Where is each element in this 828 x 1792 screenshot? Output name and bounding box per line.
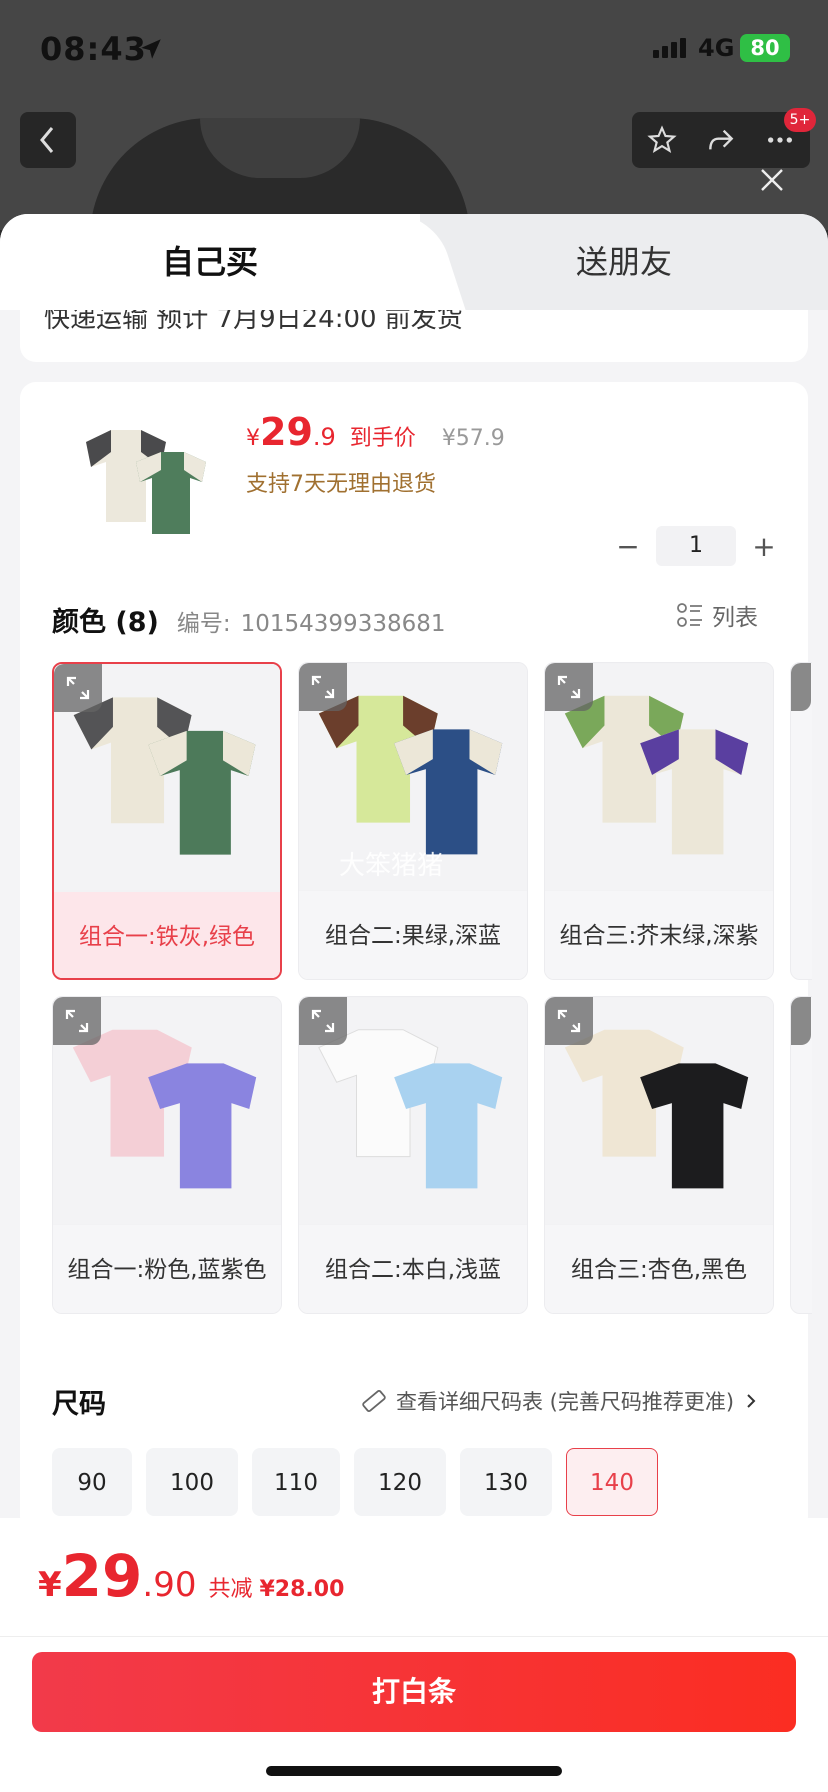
color-option-label-area: 组合一:粉色,蓝紫色	[53, 1225, 281, 1313]
color-option-6[interactable]: 组合三:杏色,黑色	[544, 996, 774, 1314]
size-options: 90 100 110 120 130 140	[52, 1448, 658, 1516]
purchase-tabs: 送朋友 自己买	[0, 214, 828, 310]
savings-text: 共减 ¥28.00	[208, 1571, 344, 1603]
notification-badge: 5+	[784, 108, 816, 132]
expand-icon[interactable]	[545, 997, 593, 1045]
color-option-label: 组合三:杏色,黑色	[570, 1257, 748, 1283]
total-price: ¥ 29 .90 共减 ¥28.00	[38, 1542, 344, 1610]
back-button[interactable]	[20, 112, 76, 168]
image-watermark: 大笨猪猪	[339, 851, 444, 881]
size-option-100[interactable]: 100	[146, 1448, 238, 1516]
color-option-label: 组合三:芥末绿,深紫	[559, 923, 759, 949]
close-icon[interactable]	[758, 166, 786, 194]
color-option-partial[interactable]	[790, 662, 812, 980]
savings-prefix: 共减	[208, 1577, 253, 1602]
color-option-label: 组合二:本白,浅蓝	[324, 1257, 502, 1283]
product-thumbnail	[86, 430, 206, 534]
expand-icon[interactable]	[53, 997, 101, 1045]
expand-icon[interactable]	[545, 663, 593, 711]
price-integer: 29	[260, 410, 313, 454]
ruler-icon	[362, 1390, 386, 1412]
sku-value: 10154399338681	[240, 611, 446, 637]
color-option-1[interactable]: 组合一:铁灰,绿色	[52, 662, 282, 980]
size-option-130[interactable]: 130	[460, 1448, 552, 1516]
color-option-partial[interactable]	[790, 996, 812, 1314]
battery-icon: 80	[740, 34, 790, 62]
share-icon[interactable]	[705, 124, 737, 156]
color-option-label-area: 组合三:芥末绿,深紫	[545, 891, 773, 979]
price-label: 到手价	[349, 426, 416, 451]
color-header: 颜色 (8) 编号: 10154399338681	[52, 600, 446, 639]
price-row: ¥ 29 .9 到手价 ¥57.9	[246, 410, 505, 454]
network-label: 4G	[698, 34, 735, 62]
sku-card: ¥ 29 .9 到手价 ¥57.9 支持7天无理由退货 − 1 + 颜色 (8)…	[20, 382, 812, 1532]
color-option-label: 组合一:粉色,蓝紫色	[67, 1257, 267, 1283]
color-option-label-area: 组合三:杏色,黑色	[545, 1225, 773, 1313]
color-options-grid: 组合一:铁灰,绿色 大笨猪猪 组合二:果绿,深蓝 组合三:芥末绿,深紫 组合一:…	[52, 662, 812, 1322]
chevron-right-icon	[747, 1394, 756, 1408]
checkout-footer: ¥ 29 .90 共减 ¥28.00 打白条	[0, 1518, 828, 1792]
quantity-stepper: − 1 +	[608, 526, 784, 566]
list-label: 列表	[712, 605, 758, 631]
total-price-decimal: .90	[142, 1565, 197, 1605]
original-price: ¥57.9	[441, 426, 505, 451]
purchase-sheet: 送朋友 自己买 快递运输 预计 7月9日24:00 前发货 ¥ 29 .9 到手…	[0, 214, 828, 1792]
chevron-left-icon	[40, 127, 54, 153]
location-arrow-icon	[141, 39, 161, 59]
color-option-label: 组合二:果绿,深蓝	[324, 923, 502, 949]
size-option-110[interactable]: 110	[252, 1448, 340, 1516]
shipping-note: 快递运输 预计 7月9日24:00 前发货	[44, 310, 463, 334]
tab-buy-self[interactable]: 自己买	[0, 214, 420, 310]
shipping-card: 快递运输 预计 7月9日24:00 前发货	[20, 310, 808, 362]
star-icon[interactable]	[646, 124, 678, 156]
color-option-3[interactable]: 组合三:芥末绿,深紫	[544, 662, 774, 980]
decrement-button[interactable]: −	[608, 530, 648, 563]
size-option-140[interactable]: 140	[566, 1448, 658, 1516]
increment-button[interactable]: +	[744, 530, 784, 563]
quantity-value[interactable]: 1	[656, 526, 736, 566]
size-chart-link[interactable]: 查看详细尺码表 (完善尺码推荐更准)	[360, 1386, 760, 1416]
expand-icon[interactable]	[299, 663, 347, 711]
signal-icon	[653, 38, 686, 58]
savings-amount: ¥28.00	[259, 1577, 345, 1602]
return-policy-note: 支持7天无理由退货	[246, 472, 436, 497]
size-chart-label: 查看详细尺码表 (完善尺码推荐更准)	[396, 1390, 735, 1414]
size-title: 尺码	[52, 1389, 106, 1420]
list-view-toggle[interactable]: 列表	[676, 598, 758, 632]
expand-icon	[791, 997, 811, 1045]
color-option-label-area: 组合一:铁灰,绿色	[54, 892, 280, 978]
list-icon	[677, 603, 702, 627]
home-indicator	[266, 1766, 562, 1776]
color-option-4[interactable]: 组合一:粉色,蓝紫色	[52, 996, 282, 1314]
color-option-2[interactable]: 大笨猪猪 组合二:果绿,深蓝	[298, 662, 528, 980]
tab-buy-self-label: 自己买	[161, 243, 258, 281]
expand-icon	[791, 663, 811, 711]
total-price-integer: 29	[61, 1542, 143, 1610]
status-time: 08:43	[40, 30, 147, 68]
divider	[0, 1636, 828, 1637]
baitiao-pay-button[interactable]: 打白条	[32, 1652, 796, 1732]
size-option-120[interactable]: 120	[354, 1448, 446, 1516]
tab-gift-friend[interactable]: 送朋友	[420, 214, 828, 310]
price-symbol: ¥	[246, 426, 260, 451]
price-decimal: .9	[312, 423, 336, 451]
color-option-label-area: 组合二:本白,浅蓝	[299, 1225, 527, 1313]
color-title: 颜色 (8)	[52, 607, 159, 638]
expand-icon[interactable]	[299, 997, 347, 1045]
color-option-5[interactable]: 组合二:本白,浅蓝	[298, 996, 528, 1314]
sku-label: 编号:	[176, 611, 231, 637]
total-price-symbol: ¥	[38, 1565, 62, 1605]
expand-icon[interactable]	[54, 664, 102, 712]
color-option-label-area: 组合二:果绿,深蓝	[299, 891, 527, 979]
color-option-label: 组合一:铁灰,绿色	[78, 924, 256, 950]
size-option-90[interactable]: 90	[52, 1448, 132, 1516]
